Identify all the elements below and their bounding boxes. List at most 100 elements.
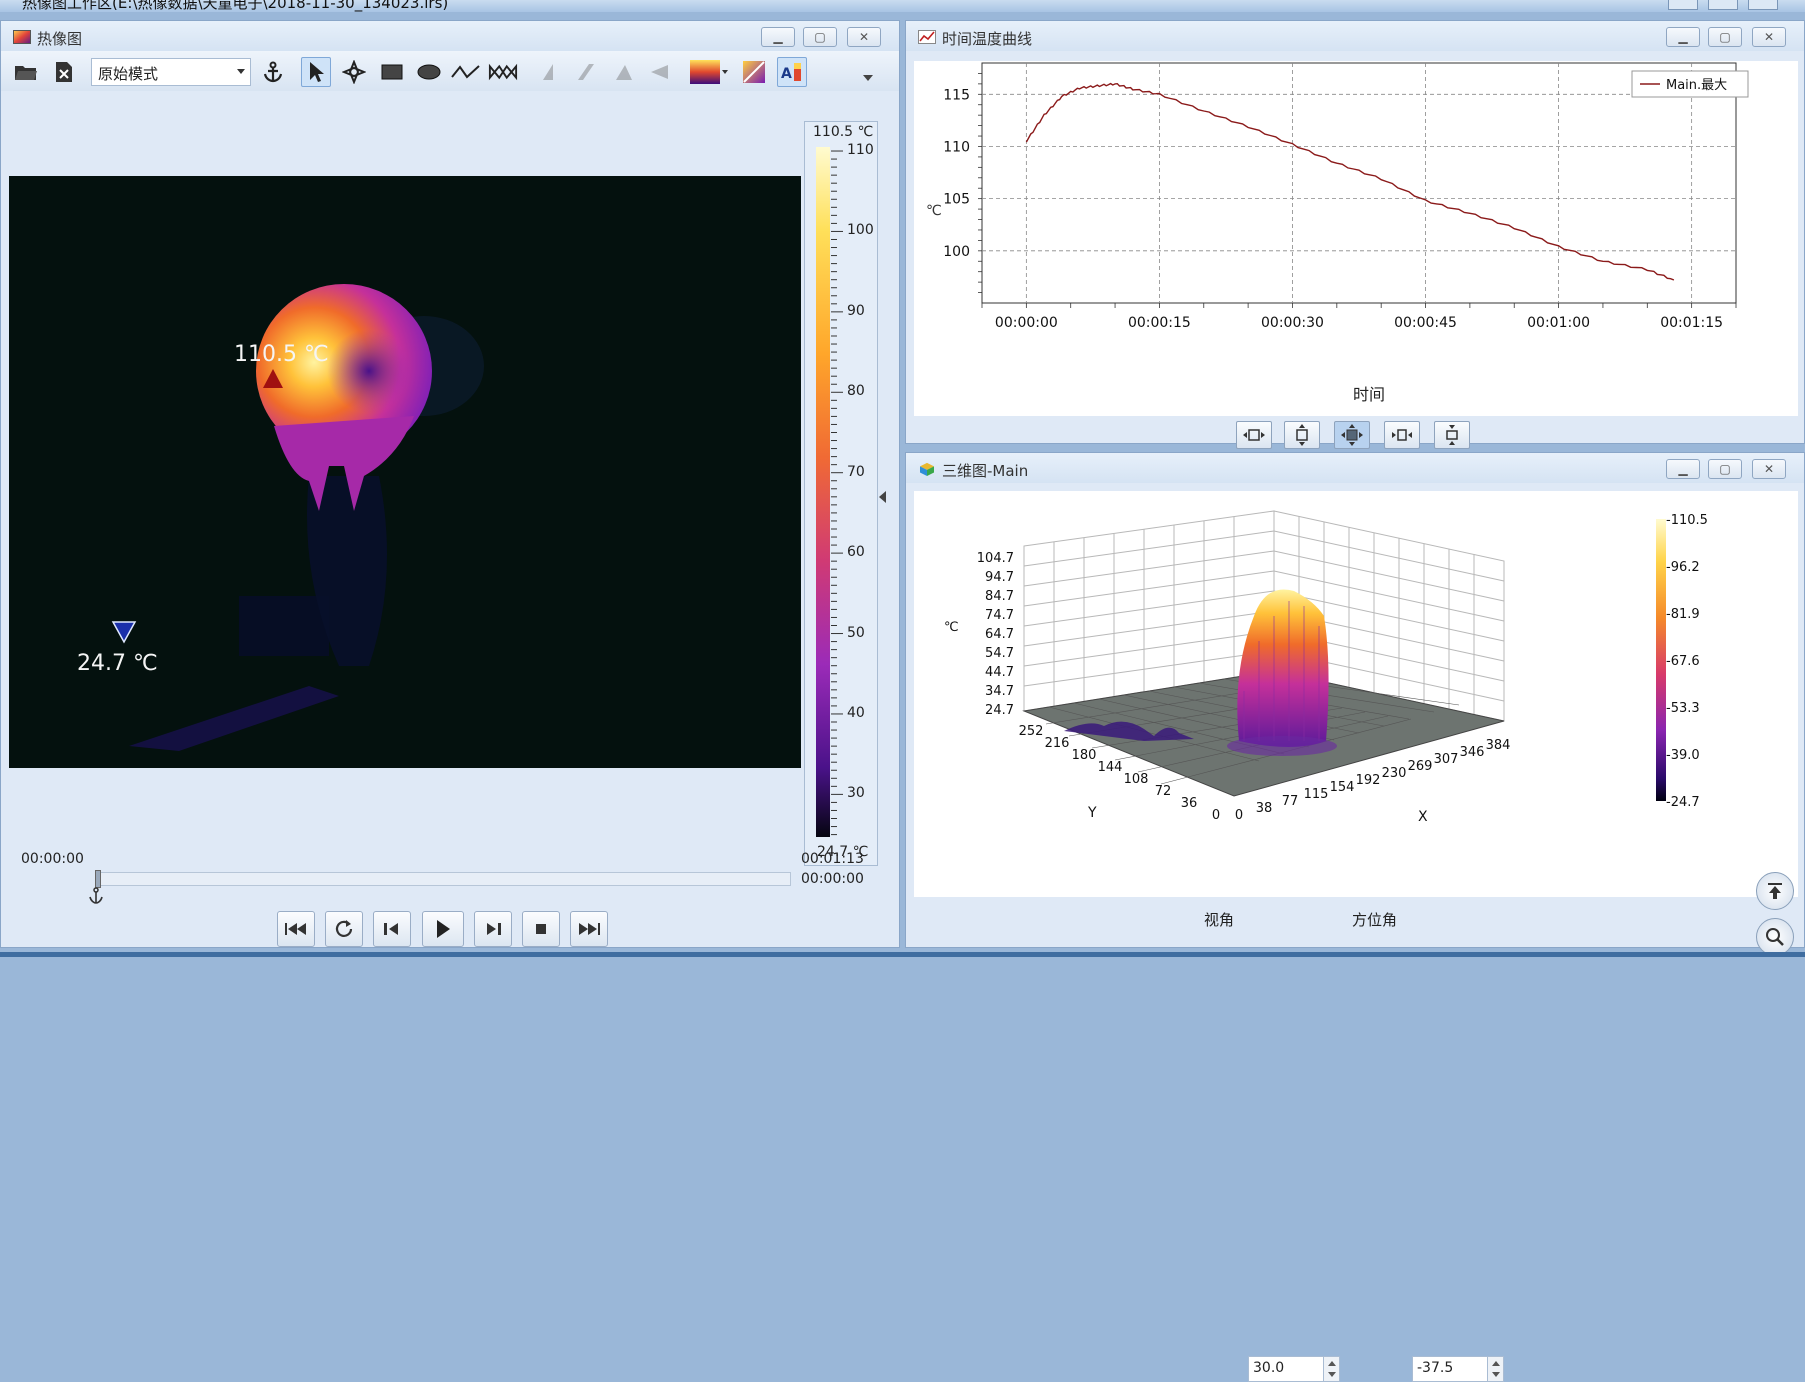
svg-text:44.7: 44.7 [985,665,1014,680]
plot3d-panel-title: 三维图-Main [942,462,1029,480]
svg-text:192: 192 [1356,773,1381,788]
thermal-maximize-button[interactable]: ▢ [803,27,837,47]
isotherm-button[interactable] [644,57,674,87]
last-frame-button[interactable] [570,911,608,947]
window-titlebar: 热像图工作区(E:\热像数据\天童电子\2018-11-30_134023.ir… [0,0,1805,12]
point-tool-button[interactable] [339,57,369,87]
curve-close-button[interactable]: ✕ [1752,27,1786,47]
auto-level-button[interactable] [609,57,639,87]
pin-top-button[interactable] [1756,872,1794,910]
plot3d-colorbar [1656,519,1666,801]
window-maximize-button[interactable] [1708,0,1738,10]
open-folder-icon [15,66,37,80]
next-frame-button[interactable] [474,911,512,947]
rectangle-icon [381,64,403,80]
palette-dropdown-button[interactable] [689,57,729,87]
span-tool-button[interactable] [571,57,601,87]
mode-select[interactable]: 原始模式 [91,58,251,86]
y-tick-label: 100 [943,244,970,260]
stop-button[interactable] [522,911,560,947]
view-angle-spinner[interactable]: 30.0 [1248,1356,1340,1382]
toolbar-overflow-icon[interactable] [863,75,873,81]
scale-tick-label: 80 [847,383,865,400]
scale-tick-label: 100 [847,222,874,239]
svg-text:269: 269 [1408,759,1433,774]
curve-minimize-button[interactable]: ▁ [1666,27,1700,47]
svg-text:72: 72 [1155,784,1172,799]
z-axis-label: ℃ [944,620,959,635]
scale-tick-label: 60 [847,544,865,561]
spinner-arrows-icon[interactable] [1323,1357,1339,1381]
thermal-minimize-button[interactable]: ▁ [761,27,795,47]
curve-panel-title: 时间温度曲线 [942,30,1033,48]
rectangle-tool-button[interactable] [377,57,407,87]
chart-legend: Main.最大 [1631,70,1749,98]
step-back-icon [384,923,398,935]
pan-x-button[interactable] [1384,421,1420,449]
thermal-panel-titlebar: 热像图 ▁ ▢ ✕ [1,21,899,51]
loop-button[interactable] [325,911,363,947]
plot3d-close-button[interactable]: ✕ [1752,459,1786,479]
svg-text:-53.3: -53.3 [1666,701,1700,716]
palette-invert-button[interactable] [739,57,769,87]
svg-text:216: 216 [1045,736,1070,751]
y-tick-label: 105 [943,192,970,208]
time-temperature-chart[interactable]: 115 110 105 100 00:00:00 00:00:15 00:00:30 00:0… [914,61,1798,416]
svg-text:180: 180 [1072,748,1097,763]
anchor-marker-icon[interactable] [87,887,105,905]
anchor-button[interactable] [258,57,288,87]
first-frame-button[interactable] [277,911,315,947]
x-tick-label: 00:00:00 [995,315,1058,331]
color-scale: 110.5 ℃ 110 100 90 80 70 60 50 40 30 24.7 ℃ [804,121,878,866]
auto-adjust-button[interactable]: A [777,57,807,87]
plot3d-maximize-button[interactable]: ▢ [1708,459,1742,479]
azimuth-spinner[interactable]: -37.5 [1412,1356,1504,1382]
polygon-icon [488,63,518,81]
window-close-button[interactable] [1748,0,1778,10]
cursor-arrow-icon [310,62,324,82]
thermal-panel-title: 热像图 [37,30,83,48]
y-axis-label: ℃ [926,203,942,219]
svg-text:384: 384 [1486,738,1511,753]
polygon-tool-button[interactable] [488,57,518,87]
pan-vertical-icon [1446,425,1458,445]
seek-thumb[interactable] [95,870,101,888]
surface-3d-plot[interactable]: 104.7 94.7 84.7 74.7 64.7 54.7 44.7 34.7… [914,491,1798,897]
pan-y-button[interactable] [1434,421,1470,449]
scale-max-label: 110.5 ℃ [813,124,874,140]
svg-text:24.7: 24.7 [985,703,1014,718]
close-file-button[interactable] [49,57,79,87]
window-minimize-button[interactable] [1668,0,1698,10]
zoom-fit-button[interactable] [1334,421,1370,449]
open-folder-button[interactable] [11,57,41,87]
svg-text:54.7: 54.7 [985,646,1014,661]
palette-icon [690,60,728,84]
previous-frame-button[interactable] [373,911,411,947]
select-tool-button[interactable] [301,57,331,87]
plot3d-minimize-button[interactable]: ▁ [1666,459,1700,479]
svg-text:94.7: 94.7 [985,570,1014,585]
svg-text:77: 77 [1282,794,1299,809]
level-tool-button[interactable] [537,57,567,87]
thermal-image[interactable]: 110.5 ℃ 24.7 ℃ [9,176,801,768]
max-temp-label: 110.5 ℃ [234,342,329,367]
zoom-y-button[interactable] [1284,421,1320,449]
play-button[interactable] [422,911,464,947]
pin-top-icon [1768,883,1782,899]
seek-bar[interactable] [95,870,791,888]
zoom-x-button[interactable] [1236,421,1272,449]
polyline-tool-button[interactable] [451,57,481,87]
curve-maximize-button[interactable]: ▢ [1708,27,1742,47]
collapse-arrow-icon[interactable] [879,491,886,503]
ellipse-tool-button[interactable] [414,57,444,87]
svg-text:84.7: 84.7 [985,589,1014,604]
svg-text:108: 108 [1124,772,1149,787]
window-title: 热像图工作区(E:\热像数据\天童电子\2018-11-30_134023.ir… [22,0,449,12]
zoom-button[interactable] [1756,918,1794,956]
svg-text:74.7: 74.7 [985,608,1014,623]
isotherm-icon [651,65,668,79]
spinner-arrows-icon[interactable] [1487,1357,1503,1381]
ellipse-icon [417,64,441,80]
thermal-close-button[interactable]: ✕ [847,27,881,47]
svg-text:-24.7: -24.7 [1666,795,1700,810]
